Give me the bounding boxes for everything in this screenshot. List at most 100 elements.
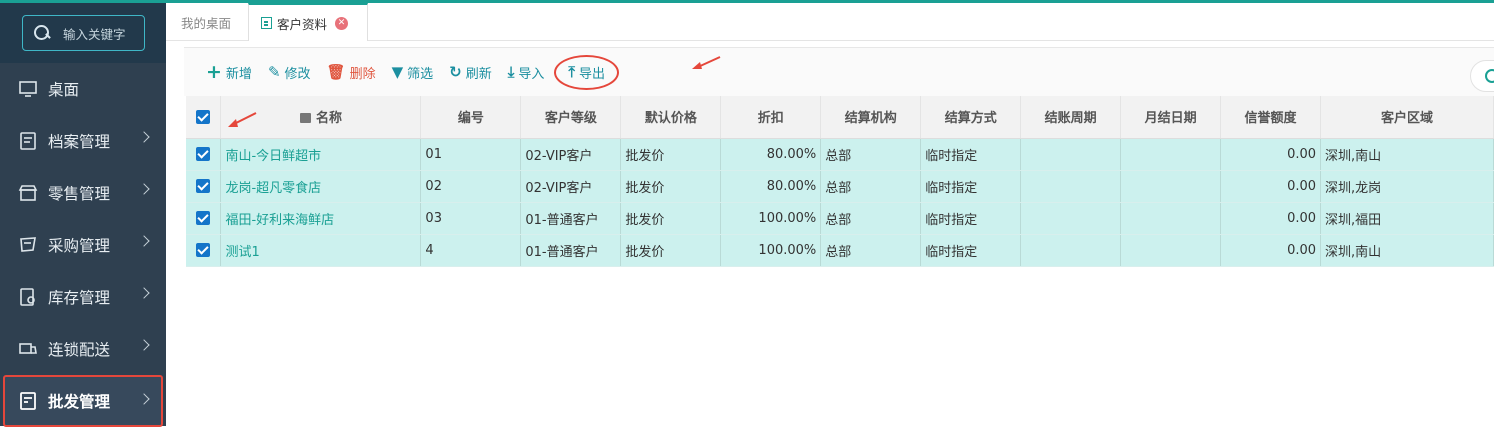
wholesale-icon [18, 391, 38, 411]
search-button[interactable] [1470, 60, 1494, 92]
table-row[interactable]: 龙岗-超凡零食店 02 02-VIP客户 批发价 80.00% 总部 临时指定 0.00 深圳,… [186, 170, 1494, 203]
cell-level: 01-普通客户 [520, 234, 622, 267]
col-header-code[interactable]: 编号 [420, 96, 522, 139]
row-select-cell[interactable] [186, 170, 222, 203]
col-header-region[interactable]: 客户区域 [1320, 96, 1494, 139]
cell-method: 临时指定 [920, 202, 1022, 235]
cell-name[interactable]: 龙岗-超凡零食店 [220, 170, 422, 203]
sidebar-item-5[interactable]: 库存管理 [0, 271, 166, 323]
chevron-right-icon [138, 235, 150, 247]
cell-method: 临时指定 [920, 170, 1022, 203]
plus-icon: + [206, 60, 222, 83]
cell-discount: 80.00% [720, 170, 822, 203]
sidebar-item-3[interactable]: 零售管理 [0, 167, 166, 219]
col-header-org[interactable]: 结算机构 [820, 96, 922, 139]
book-icon [299, 113, 311, 124]
sidebar-item-label: 库存管理 [48, 289, 111, 307]
table-row[interactable]: 福田-好利来海鲜店 03 01-普通客户 批发价 100.00% 总部 临时指定 0.00 深圳… [186, 202, 1494, 235]
col-header-discount[interactable]: 折扣 [720, 96, 822, 139]
header-label: 名称 [315, 111, 342, 127]
row-checkbox[interactable] [196, 147, 211, 161]
table-header-row: 名称 编号 客户等级 默认价格 折扣 结算机构 结算方式 结账周期 月结日期 信… [186, 96, 1494, 139]
cell-org: 总部 [820, 234, 922, 267]
cell-price: 批发价 [620, 202, 722, 235]
row-select-cell[interactable] [186, 202, 222, 235]
col-header-month-day[interactable]: 月结日期 [1120, 96, 1222, 139]
edit-icon: ✎ [267, 62, 281, 81]
tab-my-desktop[interactable]: 我的桌面 [169, 3, 243, 41]
row-select-cell[interactable] [186, 234, 222, 267]
col-header-level[interactable]: 客户等级 [520, 96, 622, 139]
export-button[interactable]: ⤒ 导出 [554, 54, 620, 90]
tab-customer-info[interactable]: 客户资料 ✕ [248, 3, 368, 41]
edit-label: 修改 [284, 66, 311, 82]
sidebar-item-6[interactable]: 连锁配送 [0, 323, 166, 375]
monitor-icon [18, 79, 38, 99]
main-panel: + 新增 ✎ 修改 🗑 删除 ▼ 筛选 ↻ 刷新 ⤓ 导入 ⤒ 导出 名称 编号… [184, 47, 1494, 426]
delete-label: 删除 [349, 66, 376, 82]
sidebar-item-label: 档案管理 [48, 133, 111, 151]
filter-label: 筛选 [407, 66, 434, 82]
trash-icon: 🗑 [326, 62, 346, 81]
col-header-price[interactable]: 默认价格 [620, 96, 722, 139]
row-checkbox[interactable] [196, 243, 211, 257]
row-checkbox[interactable] [196, 211, 211, 225]
cell-org: 总部 [820, 170, 922, 203]
table-body: 南山-今日鲜超市 01 02-VIP客户 批发价 80.00% 总部 临时指定 0.00 深圳,… [186, 138, 1494, 267]
sidebar-item-label: 桌面 [48, 81, 80, 99]
chevron-right-icon [138, 287, 150, 299]
cell-region: 深圳,龙岗 [1320, 170, 1494, 203]
cell-credit: 0.00 [1220, 202, 1322, 235]
cell-org: 总部 [820, 202, 922, 235]
cell-name[interactable]: 测试1 [220, 234, 422, 267]
cell-discount: 100.00% [720, 202, 822, 235]
row-checkbox[interactable] [196, 179, 211, 193]
select-all-header[interactable] [186, 96, 222, 139]
cell-discount: 80.00% [720, 138, 822, 171]
col-header-method[interactable]: 结算方式 [920, 96, 1022, 139]
archive-icon [18, 131, 38, 151]
delete-button[interactable]: 🗑 删除 [327, 63, 376, 82]
col-header-credit[interactable]: 信誉额度 [1220, 96, 1322, 139]
cell-region: 深圳,南山 [1320, 234, 1494, 267]
cell-level: 02-VIP客户 [520, 170, 622, 203]
sidebar-search-input[interactable]: 输入关键字 [22, 15, 145, 51]
store-icon [18, 183, 38, 203]
refresh-icon: ↻ [449, 62, 462, 81]
delivery-icon [18, 339, 38, 359]
table-row[interactable]: 测试1 4 01-普通客户 批发价 100.00% 总部 临时指定 0.00 深圳,南山 [186, 234, 1494, 267]
add-button[interactable]: + 新增 [206, 60, 252, 83]
sidebar-item-1[interactable]: 桌面 [0, 63, 166, 115]
import-button[interactable]: ⤓ 导入 [508, 63, 545, 82]
search-placeholder: 输入关键字 [63, 26, 126, 42]
sidebar-item-7[interactable]: 批发管理 [3, 375, 163, 427]
sidebar-item-label: 批发管理 [48, 393, 111, 411]
table-row[interactable]: 南山-今日鲜超市 01 02-VIP客户 批发价 80.00% 总部 临时指定 0.00 深圳,… [186, 138, 1494, 171]
cell-level: 01-普通客户 [520, 202, 622, 235]
tab-bar: 我的桌面 客户资料 ✕ [166, 3, 1494, 41]
cell-org: 总部 [820, 138, 922, 171]
cell-month-day [1120, 138, 1222, 171]
cell-name[interactable]: 南山-今日鲜超市 [220, 138, 422, 171]
select-all-checkbox[interactable] [196, 109, 211, 124]
import-label: 导入 [518, 66, 545, 82]
cell-credit: 0.00 [1220, 138, 1322, 171]
edit-button[interactable]: ✎ 修改 [268, 63, 311, 82]
sidebar-nav: 桌面档案管理零售管理 采购管理库存管理连锁配送批发管理 [0, 63, 166, 427]
sidebar-item-2[interactable]: 档案管理 [0, 115, 166, 167]
row-select-cell[interactable] [186, 138, 222, 171]
col-header-cycle[interactable]: 结账周期 [1020, 96, 1122, 139]
cell-level: 02-VIP客户 [520, 138, 622, 171]
search-icon [33, 24, 51, 42]
sidebar-item-4[interactable]: 采购管理 [0, 219, 166, 271]
annotation-arrow-icon [228, 112, 257, 127]
customer-table: 名称 编号 客户等级 默认价格 折扣 结算机构 结算方式 结账周期 月结日期 信… [186, 96, 1494, 267]
cell-code: 03 [420, 202, 522, 235]
refresh-button[interactable]: ↻ 刷新 [449, 63, 492, 82]
cell-name[interactable]: 福田-好利来海鲜店 [220, 202, 422, 235]
sidebar-item-label: 连锁配送 [48, 341, 111, 359]
close-icon[interactable]: ✕ [335, 16, 349, 30]
filter-button[interactable]: ▼ 筛选 [392, 63, 434, 82]
cell-cycle [1020, 170, 1122, 203]
filter-icon: ▼ [391, 62, 404, 81]
